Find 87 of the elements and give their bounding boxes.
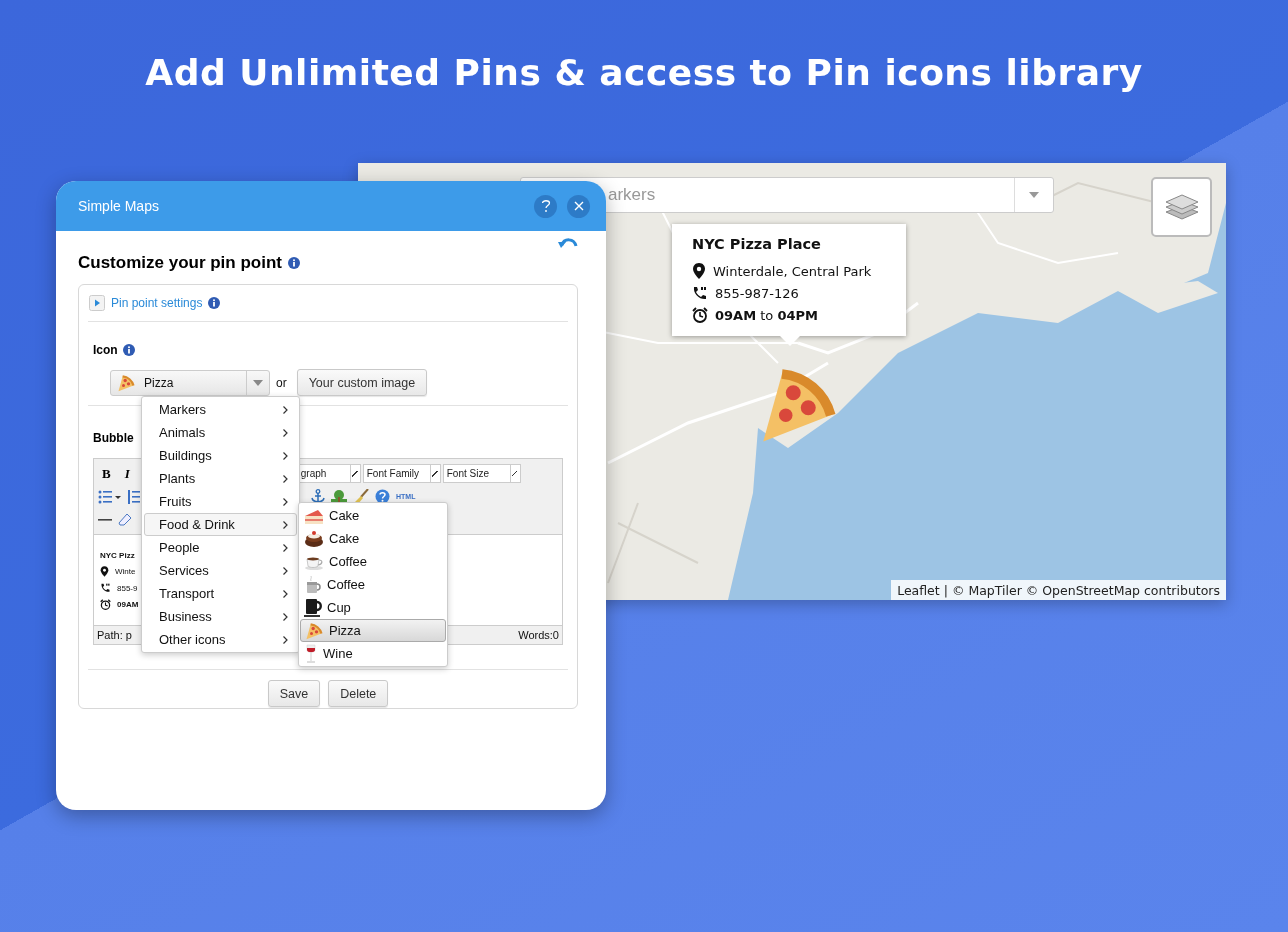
editor-path: Path: p xyxy=(97,629,132,641)
info-icon[interactable] xyxy=(208,297,221,309)
menu-item[interactable]: Coffee xyxy=(300,573,446,596)
menu-item[interactable]: Pizza xyxy=(300,619,446,642)
bold-button[interactable]: B xyxy=(98,465,115,482)
attribution-separator: | xyxy=(943,582,948,598)
menu-item[interactable]: Services xyxy=(144,559,297,582)
icon-select[interactable]: Pizza xyxy=(110,369,270,396)
info-icon[interactable] xyxy=(122,344,135,356)
close-icon xyxy=(573,201,584,211)
bubble-label: Bubble xyxy=(93,431,134,445)
leaflet-link[interactable]: Leaflet xyxy=(897,582,940,598)
close-button[interactable] xyxy=(567,194,590,218)
editor-text: NYC Pizz xyxy=(100,550,135,560)
location-pin-icon xyxy=(692,263,706,279)
caret-icon xyxy=(1029,192,1039,198)
menu-item[interactable]: Plants xyxy=(144,467,297,490)
popup-text: Winterdale, Central Park xyxy=(713,263,872,279)
pin-settings-link[interactable]: Pin point settings xyxy=(111,296,203,310)
chevron-right-icon xyxy=(283,589,288,598)
layers-button[interactable] xyxy=(1151,177,1212,237)
headline: Add Unlimited Pins & access to Pin icons library xyxy=(144,51,1144,93)
save-button[interactable]: Save xyxy=(267,680,321,707)
anchor-icon[interactable] xyxy=(311,489,325,504)
chevron-right-icon xyxy=(283,497,288,506)
or-text: or xyxy=(276,375,287,390)
mug-icon xyxy=(304,597,322,618)
menu-item[interactable]: Markers xyxy=(144,398,297,421)
custom-image-button[interactable]: Your custom image xyxy=(296,369,428,396)
chevron-right-icon xyxy=(283,451,288,460)
coffee-pot-icon xyxy=(304,575,322,594)
info-icon[interactable] xyxy=(288,257,300,269)
menu-item[interactable]: People xyxy=(144,536,297,559)
layers-icon xyxy=(1164,192,1199,222)
menu-item[interactable]: Other icons xyxy=(144,628,297,651)
alarm-clock-icon xyxy=(100,599,111,611)
chevron-right-icon xyxy=(283,635,288,644)
italic-button[interactable]: I xyxy=(120,465,134,482)
menu-item[interactable]: Business xyxy=(144,605,297,628)
location-pin-icon xyxy=(100,566,109,578)
menu-item[interactable]: Food & Drink xyxy=(144,513,297,536)
phone-icon xyxy=(100,583,111,594)
editor-text: 09AM xyxy=(117,600,139,610)
dialog-title: Simple Maps xyxy=(78,198,159,214)
popup-text: 09AM to 04PM xyxy=(715,307,818,323)
popup-text: 855-987-126 xyxy=(715,285,799,301)
bullet-list-icon[interactable] xyxy=(98,489,122,504)
menu-item[interactable]: Buildings xyxy=(144,444,297,467)
chevron-right-icon xyxy=(283,566,288,575)
numbered-list-icon[interactable] xyxy=(128,489,140,504)
expand-toggle-icon[interactable] xyxy=(89,295,105,311)
pizza-icon xyxy=(116,372,136,393)
menu-item[interactable]: Cup xyxy=(300,596,446,619)
help-icon xyxy=(540,199,551,213)
word-count: Words:0 xyxy=(518,629,559,641)
menu-item[interactable]: Coffee xyxy=(300,550,446,573)
chevron-right-icon xyxy=(283,405,288,414)
menu-item[interactable]: Transport xyxy=(144,582,297,605)
popup-title: NYC Pizza Place xyxy=(692,236,822,252)
eraser-icon[interactable] xyxy=(118,512,132,527)
alarm-clock-icon xyxy=(692,307,708,323)
wine-glass-icon xyxy=(304,643,318,664)
chevron-right-icon xyxy=(283,428,288,437)
editor-text: Winte xyxy=(115,567,136,577)
phone-icon xyxy=(692,285,708,301)
attribution-text: © MapTiler © OpenStreetMap contributors xyxy=(951,582,1220,598)
menu-item[interactable]: Animals xyxy=(144,421,297,444)
chevron-right-icon xyxy=(283,612,288,621)
help-icon[interactable] xyxy=(375,489,390,504)
help-button[interactable] xyxy=(534,194,557,218)
menu-item[interactable]: Fruits xyxy=(144,490,297,513)
cake-icon xyxy=(304,529,324,548)
cake-slice-icon xyxy=(304,507,324,524)
font-size-select[interactable]: Font Size xyxy=(442,464,521,483)
delete-button[interactable]: Delete xyxy=(328,680,389,707)
chevron-right-icon xyxy=(283,520,288,529)
menu-item[interactable]: Wine xyxy=(300,642,446,665)
font-family-select[interactable]: Font Family xyxy=(362,464,441,483)
menu-item[interactable]: Cake xyxy=(300,504,446,527)
editor-text: 855-9 xyxy=(117,583,138,593)
icon-label: Icon xyxy=(93,343,118,357)
chevron-right-icon xyxy=(283,474,288,483)
caret-icon xyxy=(253,379,263,386)
menu-item[interactable]: Cake xyxy=(300,527,446,550)
pizza-icon xyxy=(304,620,324,641)
chevron-right-icon xyxy=(283,543,288,552)
dialog-heading: Customize your pin point xyxy=(78,253,282,273)
